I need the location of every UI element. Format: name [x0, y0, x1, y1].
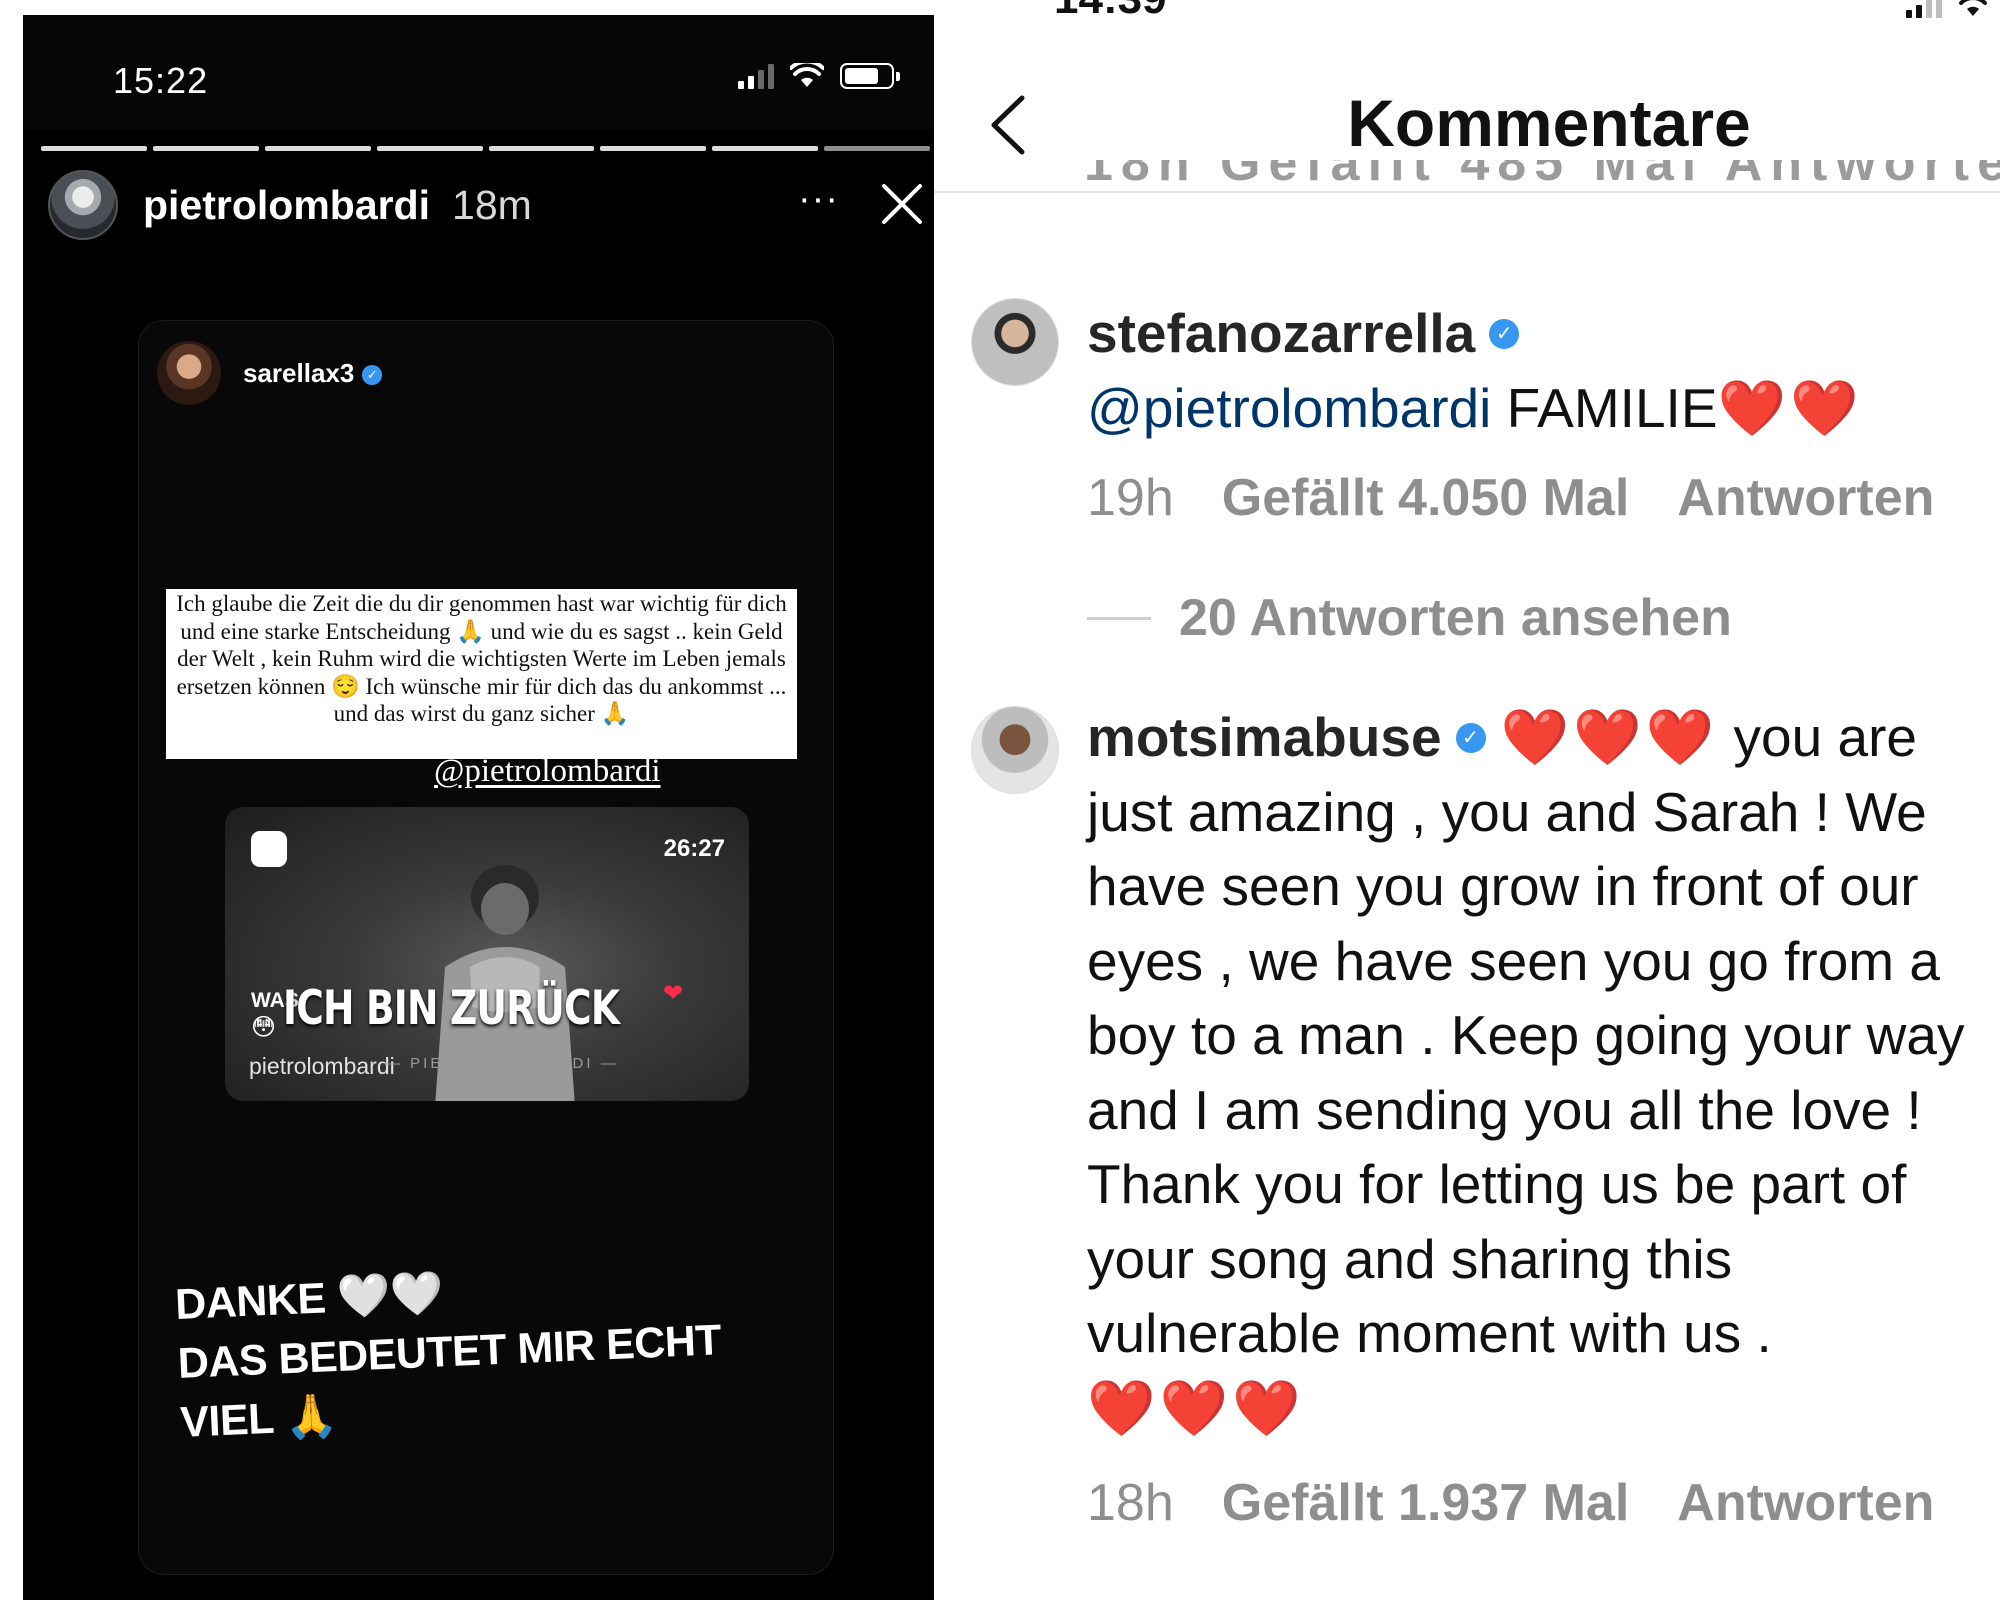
close-icon[interactable]	[878, 180, 926, 228]
header-divider	[934, 191, 2000, 193]
progress-segment	[264, 146, 371, 151]
status-icons	[1906, 0, 1990, 18]
shared-post-card[interactable]: sarellax3 ✓ Ich glaube die Zeit die du di…	[138, 320, 834, 1575]
status-bar: 15:22	[23, 15, 934, 130]
comment-time: 19h	[1087, 469, 1174, 527]
story-overlay-text: DANKE 🤍🤍 DAS BEDEUTET MIR ECHT VIEL 🙏	[174, 1252, 725, 1453]
avatar[interactable]	[971, 298, 1059, 386]
progress-segment	[152, 146, 259, 151]
avatar[interactable]	[971, 706, 1059, 794]
status-time: 15:22	[113, 60, 209, 101]
avatar[interactable]	[48, 170, 118, 240]
cutoff-comment-meta: 18h Gefällt 485 Mal Antworten	[1084, 160, 2000, 192]
shared-post-username[interactable]: sarellax3 ✓	[243, 358, 383, 389]
video-duration: 26:27	[663, 835, 725, 862]
battery-icon	[840, 63, 900, 89]
progress-segment	[824, 146, 930, 151]
comment-meta: 18h Gefällt 1.937 Mal Antworten	[1087, 1473, 1982, 1533]
red-heart-icon: ❤️❤️	[1717, 376, 1863, 439]
comments-screen-screenshot: 14:39 Kommentare 18h Gefällt 485 Mal Ant…	[934, 0, 2000, 1600]
video-title: ICH BIN ZURÜCK	[283, 981, 620, 1036]
igtv-video-preview[interactable]: 26:27 WAS 😳 ICH BIN ZURÜCK ❤ pietrolomba…	[225, 807, 749, 1101]
replies-divider-line	[1087, 616, 1151, 620]
comment-time: 18h	[1087, 1474, 1174, 1532]
comment-username[interactable]: stefanozarrella	[1087, 302, 1475, 364]
verified-badge-icon: ✓	[362, 364, 383, 385]
instagram-story-screenshot: 15:22 pietrolombardi 18m ··· sarellax3✓	[23, 15, 934, 1600]
video-channel-name: pietrolombardi	[249, 1053, 395, 1079]
flushed-emoji-icon: 😳	[251, 1014, 277, 1041]
shared-post-header: sarellax3 ✓	[157, 341, 383, 405]
progress-segment	[41, 146, 147, 151]
reply-button[interactable]: Antworten	[1677, 1474, 1934, 1532]
heart-icon: ❤	[663, 980, 684, 1007]
avatar[interactable]	[157, 341, 221, 405]
view-replies-button[interactable]: 20 Antworten ansehen	[1087, 588, 1732, 648]
comment-text: FAMILIE	[1491, 376, 1718, 439]
story-progress-bar	[41, 146, 930, 151]
progress-segment	[488, 146, 595, 151]
comment-body: motsimabuse ✓ ❤️❤️❤️ you are just amazing…	[1087, 700, 2000, 1445]
verified-badge-icon: ✓	[1455, 723, 1486, 753]
verified-badge-icon: ✓	[1489, 319, 1520, 349]
comment-meta: 19h Gefällt 4.050 Mal Antworten	[1087, 468, 1982, 528]
status-icons	[738, 63, 900, 89]
story-age: 18m	[452, 181, 532, 228]
red-heart-icon: ❤️❤️❤️	[1087, 1376, 1305, 1439]
wifi-icon	[790, 63, 824, 87]
progress-segment	[712, 146, 819, 151]
comment-likes[interactable]: Gefällt 4.050 Mal	[1222, 469, 1630, 527]
story-username[interactable]: pietrolombardi	[143, 182, 430, 229]
progress-segment	[376, 146, 483, 151]
cellular-signal-icon	[738, 63, 774, 89]
comment-body: stefanozarrella ✓ @pietrolombardi FAMILIE…	[1087, 296, 2000, 445]
quote-text: Ich glaube die Zeit die du dir genommen …	[166, 589, 797, 759]
comment-text: you are just amazing , you and Sarah ! W…	[1087, 706, 1965, 1364]
reply-button[interactable]: Antworten	[1677, 469, 1934, 527]
cellular-signal-icon	[1906, 0, 1942, 18]
status-time: 14:39	[1054, 0, 1167, 24]
red-heart-icon: ❤️❤️❤️	[1500, 706, 1719, 768]
more-options-button[interactable]: ···	[798, 178, 839, 221]
mention-link[interactable]: @pietrolombardi	[434, 753, 661, 790]
wifi-icon	[1959, 0, 1987, 16]
page-title: Kommentare	[1347, 86, 1751, 160]
comment-mention[interactable]: @pietrolombardi	[1087, 377, 1491, 439]
igtv-icon	[251, 831, 287, 867]
video-watermark: — PIETRO LOMBARDI —	[385, 1055, 619, 1072]
story-header: pietrolombardi 18m ···	[48, 170, 934, 240]
comment-likes[interactable]: Gefällt 1.937 Mal	[1222, 1474, 1630, 1532]
comment-username[interactable]: motsimabuse	[1087, 706, 1442, 768]
view-replies-label: 20 Antworten ansehen	[1179, 589, 1732, 647]
progress-segment	[600, 146, 707, 151]
